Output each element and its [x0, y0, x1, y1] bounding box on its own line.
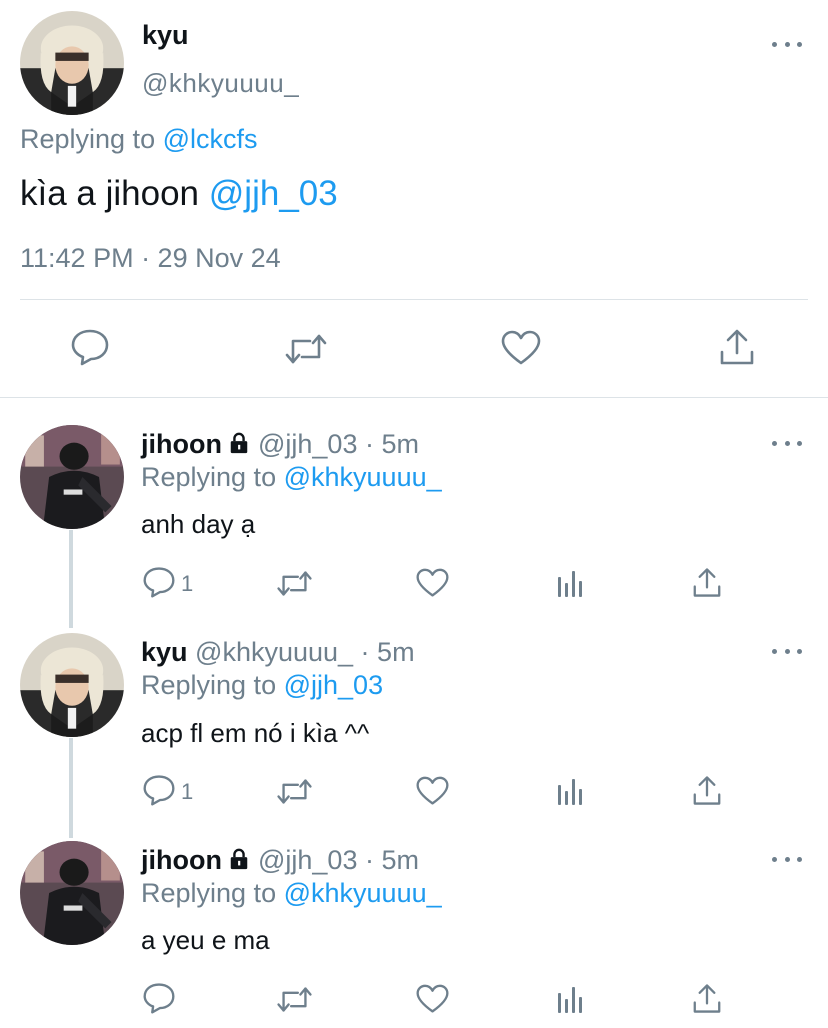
thread-line [69, 530, 73, 628]
like-icon[interactable] [416, 776, 449, 806]
reply-header: kyu @khkyuuuu_ · 5m [141, 637, 415, 668]
analytics-icon[interactable] [557, 777, 585, 805]
author-meta[interactable]: @khkyuuuu_ · 5m [195, 637, 415, 667]
replying-to: Replying to @khkyuuuu_ [141, 462, 442, 493]
tweet-timestamp[interactable]: 11:42 PM · 29 Nov 24 [20, 243, 281, 274]
avatar[interactable] [20, 841, 124, 945]
share-icon[interactable] [692, 775, 722, 806]
more-options-icon[interactable] [772, 645, 802, 657]
avatar[interactable] [20, 11, 124, 115]
author-name[interactable]: jihoon [141, 429, 222, 459]
tweet-text: kìa a jihoon @jjh_03 [20, 174, 338, 214]
replying-to: Replying to @jjh_03 [141, 670, 383, 701]
reply-text: acp fl em nó i kìa ^^ [141, 718, 370, 748]
replying-to: Replying to @lckcfs [20, 124, 258, 155]
replying-to-link[interactable]: @khkyuuuu_ [284, 878, 442, 908]
share-icon[interactable] [719, 328, 755, 366]
reply-icon[interactable] [142, 982, 176, 1014]
replying-to-link[interactable]: @jjh_03 [284, 670, 383, 700]
share-icon[interactable] [692, 567, 722, 598]
reply-header: jihoon @jjh_03 · 5m [141, 429, 419, 460]
lock-icon [228, 847, 250, 871]
replying-to-link[interactable]: @khkyuuuu_ [284, 462, 442, 492]
divider [0, 397, 828, 398]
author-name[interactable]: kyu [141, 637, 188, 667]
reply-header: jihoon @jjh_03 · 5m [141, 845, 419, 876]
replying-prefix: Replying to [141, 462, 277, 492]
like-icon[interactable] [416, 568, 449, 598]
thread-line [69, 738, 73, 838]
replying-to: Replying to @khkyuuuu_ [141, 878, 442, 909]
reply-icon[interactable] [142, 774, 176, 806]
reply-count: 1 [181, 571, 194, 596]
avatar[interactable] [20, 633, 124, 737]
replying-prefix: Replying to [141, 670, 277, 700]
reply-text: a yeu e ma [141, 925, 270, 955]
author-name[interactable]: kyu [142, 20, 189, 51]
retweet-icon[interactable] [276, 985, 313, 1014]
lock-icon [228, 431, 250, 455]
retweet-icon[interactable] [284, 332, 328, 366]
reply-count: 1 [181, 779, 194, 804]
mention-link[interactable]: @jjh_03 [209, 174, 338, 213]
reply-text: anh day ạ [141, 509, 256, 539]
avatar[interactable] [20, 425, 124, 529]
author-meta[interactable]: @jjh_03 · 5m [258, 429, 419, 459]
author-handle[interactable]: @khkyuuuu_ [142, 68, 299, 99]
reply-icon[interactable] [142, 566, 176, 598]
tweet-body: kìa a jihoon [20, 174, 200, 213]
author-meta[interactable]: @jjh_03 · 5m [258, 845, 419, 875]
replying-prefix: Replying to [20, 124, 156, 154]
retweet-icon[interactable] [276, 569, 313, 598]
analytics-icon[interactable] [557, 569, 585, 597]
divider [20, 299, 808, 300]
retweet-icon[interactable] [276, 777, 313, 806]
like-icon[interactable] [501, 330, 541, 366]
more-options-icon[interactable] [772, 437, 802, 449]
more-options-icon[interactable] [772, 38, 802, 50]
replying-prefix: Replying to [141, 878, 277, 908]
like-icon[interactable] [416, 984, 449, 1014]
replying-to-link[interactable]: @lckcfs [163, 124, 258, 154]
more-options-icon[interactable] [772, 853, 802, 865]
share-icon[interactable] [692, 983, 722, 1014]
reply-icon[interactable] [70, 328, 110, 366]
analytics-icon[interactable] [557, 985, 585, 1013]
author-name[interactable]: jihoon [141, 845, 222, 875]
